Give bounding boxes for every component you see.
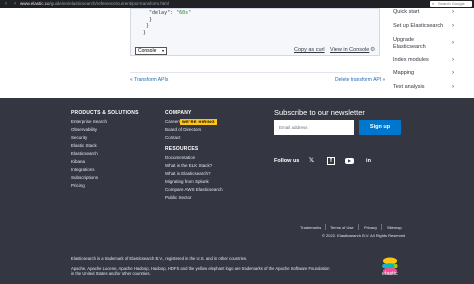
url-path: /guide/en/elasticsearch/reference/curren… bbox=[49, 1, 169, 6]
sidebar-item-text-analysis[interactable]: Text analysis › bbox=[393, 84, 454, 91]
doc-page: "delay": "60s" } } } Console ▾ Copy as c… bbox=[0, 8, 474, 98]
sidebar-item-label: Index modules bbox=[393, 57, 429, 63]
company-heading: COMPANY bbox=[165, 110, 192, 116]
divider bbox=[358, 224, 359, 230]
sidebar-item-label: Text analysis bbox=[393, 84, 425, 90]
chevron-right-icon: › bbox=[452, 57, 454, 63]
sidebar-item-upgrade[interactable]: Upgrade Elasticsearch › bbox=[393, 37, 454, 50]
footer-link-trademarks[interactable]: Trademarks bbox=[300, 225, 321, 230]
footer-link[interactable]: Compare AWS Elasticsearch bbox=[165, 187, 223, 192]
copy-as-curl-link[interactable]: Copy as curl bbox=[294, 47, 325, 53]
footer-link[interactable]: Migrating from Splunk bbox=[165, 179, 209, 184]
follow-us-label: Follow us bbox=[274, 158, 300, 164]
footer-link[interactable]: Enterprise Search bbox=[71, 119, 107, 124]
console-select[interactable]: Console ▾ bbox=[135, 47, 167, 55]
signup-button[interactable]: Sign up bbox=[359, 120, 401, 135]
chevron-right-icon: › bbox=[452, 70, 454, 76]
twitter-icon[interactable]: 𝕏 bbox=[307, 157, 316, 165]
sidebar-item-quick-start[interactable]: Quick start › bbox=[393, 9, 454, 16]
back-icon[interactable]: ‹ bbox=[3, 0, 9, 8]
sidebar-item-set-up[interactable]: Set up Elasticsearch › bbox=[393, 23, 454, 30]
chevron-right-icon: › bbox=[452, 9, 454, 15]
address-bar[interactable]: www.elastic.co/guide/en/elasticsearch/re… bbox=[20, 0, 169, 8]
prev-page-link[interactable]: « Transform APIs bbox=[130, 77, 168, 83]
resources-heading: RESOURCES bbox=[165, 146, 199, 152]
linkedin-icon[interactable]: in bbox=[364, 157, 373, 165]
products-heading: PRODUCTS & SOLUTIONS bbox=[71, 110, 139, 116]
divider bbox=[130, 72, 380, 73]
chevron-right-icon: › bbox=[452, 84, 454, 90]
docs-sidebar: Quick start › Set up Elasticsearch › Upgra… bbox=[388, 8, 454, 98]
trademark-notice: Elasticsearch is a trademark of Elastics… bbox=[71, 256, 248, 261]
code-line: } bbox=[143, 29, 147, 36]
gear-icon[interactable]: ⚙ bbox=[370, 46, 375, 53]
site-footer: PRODUCTS & SOLUTIONS Enterprise Search O… bbox=[0, 98, 474, 284]
chevron-down-icon: ▾ bbox=[161, 48, 164, 53]
footer-link[interactable]: Observability bbox=[71, 127, 97, 132]
footer-link[interactable]: Elasticsearch bbox=[71, 151, 98, 156]
code-line: } bbox=[143, 23, 150, 29]
code-line: } bbox=[143, 16, 153, 23]
footer-link[interactable]: What is the ELK Stack? bbox=[165, 163, 212, 168]
footer-link[interactable]: What is Elasticsearch? bbox=[165, 171, 211, 176]
footer-link[interactable]: Elastic Stack bbox=[71, 143, 97, 148]
footer-link-terms[interactable]: Terms of Use bbox=[330, 225, 354, 230]
email-field[interactable]: Email address bbox=[274, 120, 354, 135]
sidebar-item-label: Set up Elasticsearch bbox=[393, 23, 444, 29]
view-in-console-link[interactable]: View in Console bbox=[330, 47, 369, 53]
apache-notice: Apache, Apache Lucene, Apache Hadoop, Ha… bbox=[71, 266, 330, 277]
next-page-link[interactable]: Delete transform API » bbox=[335, 77, 385, 83]
sidebar-item-index-modules[interactable]: Index modules › bbox=[393, 57, 454, 64]
newsletter-heading: Subscribe to our newsletter bbox=[274, 108, 365, 117]
youtube-icon[interactable]: ▶ bbox=[345, 158, 354, 164]
search-icon: ⌕ bbox=[432, 1, 435, 6]
url-host: www.elastic.co bbox=[20, 1, 50, 6]
divider bbox=[381, 224, 382, 230]
hiring-badge[interactable]: WE'RE HIRING bbox=[180, 118, 217, 125]
search-placeholder: Search Google bbox=[438, 1, 465, 6]
footer-link[interactable]: Security bbox=[71, 135, 87, 140]
copyright-text: © 2022. Elasticsearch B.V. All Rights Re… bbox=[322, 233, 406, 238]
sidebar-item-label: Upgrade Elasticsearch bbox=[393, 37, 426, 50]
code-block: "delay": "60s" } } } bbox=[143, 10, 191, 36]
footer-link[interactable]: Kibana bbox=[71, 159, 85, 164]
footer-link-sitemap[interactable]: Sitemap bbox=[387, 225, 402, 230]
divider bbox=[325, 224, 326, 230]
forward-icon[interactable]: › bbox=[12, 0, 18, 8]
footer-link[interactable]: Integrations bbox=[71, 167, 95, 172]
sidebar-item-label: Quick start bbox=[393, 9, 420, 15]
email-placeholder: Email address bbox=[279, 125, 308, 130]
footer-link[interactable]: Public Sector bbox=[165, 195, 192, 200]
facebook-icon[interactable]: f bbox=[327, 157, 335, 165]
sidebar-item-label: Mapping bbox=[393, 70, 415, 76]
footer-link[interactable]: Subscriptions bbox=[71, 175, 98, 180]
browser-search-input[interactable]: ⌕ Search Google bbox=[430, 1, 472, 7]
code-snippet: "delay": "60s" } } } Console ▾ Copy as c… bbox=[130, 8, 380, 56]
chevron-right-icon: › bbox=[452, 40, 454, 46]
code-line: "delay": "60s" bbox=[143, 10, 192, 16]
console-select-value: Console bbox=[138, 48, 157, 54]
sidebar-item-mapping[interactable]: Mapping › bbox=[393, 70, 454, 77]
footer-link[interactable]: Documentation bbox=[165, 155, 195, 160]
chevron-right-icon: › bbox=[452, 23, 454, 29]
footer-link[interactable]: Contact bbox=[165, 135, 181, 140]
elastic-logo-text: elastic bbox=[382, 271, 398, 277]
footer-link[interactable]: Board of Directors bbox=[165, 127, 201, 132]
footer-link-privacy[interactable]: Privacy bbox=[364, 225, 377, 230]
footer-link[interactable]: Pricing bbox=[71, 183, 85, 188]
footer-link[interactable]: Careers bbox=[165, 119, 181, 124]
